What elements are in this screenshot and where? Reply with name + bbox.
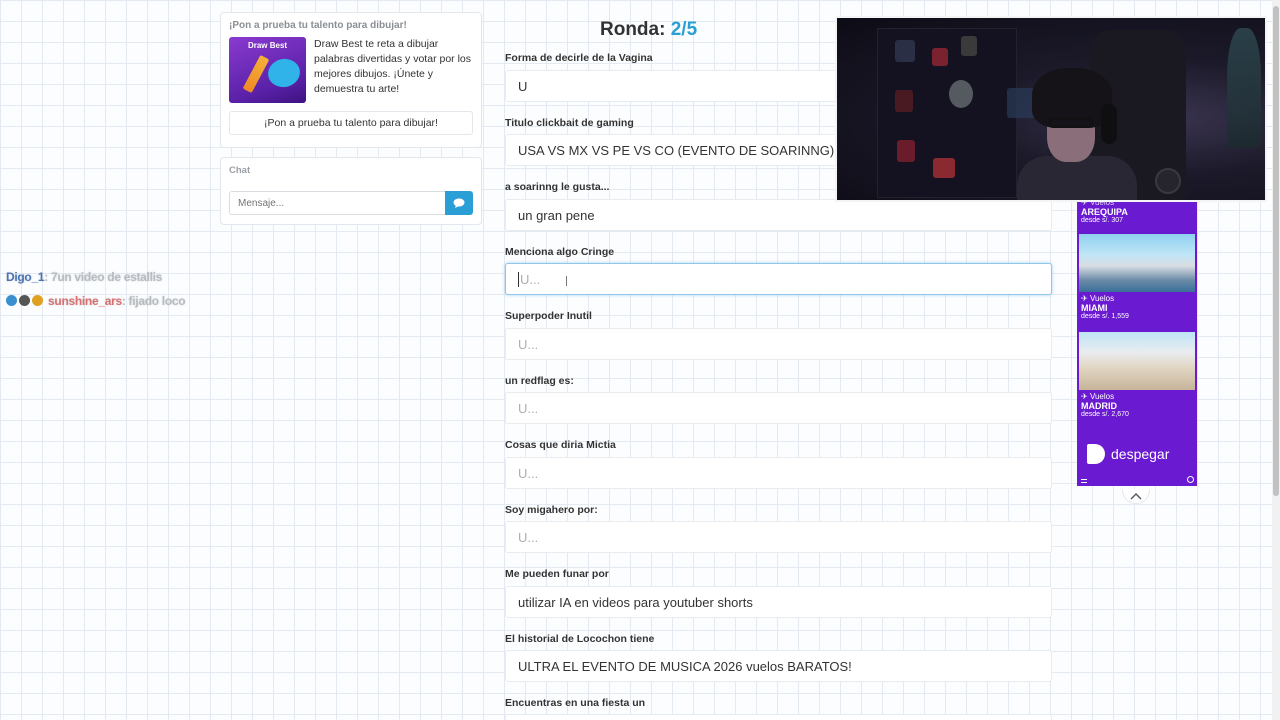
stream-chat-message: Digo_1: 7un video de estallis	[6, 270, 162, 284]
figure	[949, 80, 973, 108]
answer-input[interactable]: U...	[505, 328, 1052, 360]
ad-offer-price: desde s/. 2,670	[1081, 411, 1129, 418]
figure	[895, 40, 915, 62]
glasses	[1049, 118, 1093, 128]
field-label: Titulo clickbait de gaming	[505, 117, 634, 129]
ad-menu-icon[interactable]	[1081, 479, 1087, 483]
promo-card: ¡Pon a prueba tu talento para dibujar! D…	[220, 12, 482, 148]
stream-chat-user: sunshine_ars	[48, 294, 122, 308]
ad-offer-price: desde s/. 307	[1081, 217, 1124, 224]
answer-input[interactable]: U...	[505, 392, 1052, 424]
field-label: El historial de Locochon tiene	[505, 633, 655, 645]
stream-chat-user: Digo_1	[6, 270, 45, 284]
ad-offer-city: MIAMI	[1081, 303, 1108, 313]
streamer-webcam	[835, 16, 1267, 202]
answer-input[interactable]: ULTRA EL EVENTO DE MUSICA 2026 vuelos BA…	[505, 650, 1052, 682]
ad-info-icon[interactable]	[1187, 476, 1194, 483]
stream-chat-text: : 7un video de estallis	[44, 270, 163, 284]
emote-badge-icon	[32, 295, 43, 306]
field-label: Superpoder Inutil	[505, 310, 592, 322]
chat-bubble-icon	[453, 198, 465, 208]
despegar-ad[interactable]: ✈ Vuelos AREQUIPA desde s/. 307 ✈ Vuelos…	[1077, 198, 1197, 486]
burst-icon	[265, 55, 303, 91]
placeholder-text: U...	[520, 271, 541, 287]
figure	[933, 158, 955, 178]
answer-input[interactable]: U...	[505, 521, 1052, 553]
field-label: Menciona algo Cringe	[505, 246, 615, 258]
chat-message-input[interactable]	[229, 191, 445, 215]
chat-label: Chat	[229, 165, 251, 176]
text-caret	[518, 271, 519, 287]
madrid-photo	[1079, 332, 1195, 390]
promo-cta-button[interactable]: ¡Pon a prueba tu talento para dibujar!	[229, 111, 473, 135]
round-label: Ronda:	[600, 19, 666, 40]
answer-input-focused[interactable]: U...	[505, 263, 1052, 295]
figure	[932, 48, 948, 66]
ad-offer-tag: ✈ Vuelos	[1081, 392, 1115, 401]
answer-input[interactable]: utilizar IA en videos para youtuber shor…	[505, 586, 1052, 618]
answer-input[interactable]	[505, 714, 1052, 720]
ad-offer-tag: ✈ Vuelos	[1081, 294, 1115, 303]
field-label: a soarinng le gusta...	[505, 181, 610, 193]
figure	[961, 36, 977, 56]
ad-offer-city: AREQUIPA	[1081, 207, 1128, 217]
chevron-up-icon	[1130, 492, 1142, 499]
field-label: Forma de decirle de la Vagina	[505, 52, 653, 64]
promo-header: ¡Pon a prueba tu talento para dibujar!	[229, 20, 407, 31]
ad-offer-miami[interactable]: ✈ Vuelos MIAMI desde s/. 1,559	[1079, 234, 1195, 320]
ibeam-cursor-icon	[566, 276, 567, 286]
field-label: Encuentras en una fiesta un	[505, 697, 646, 709]
despegar-logo: despegar	[1087, 444, 1169, 464]
answer-input[interactable]: un gran pene	[505, 199, 1052, 231]
ad-brand-name: despegar	[1111, 446, 1170, 462]
microphone	[1155, 168, 1181, 194]
ad-offer-price: desde s/. 1,559	[1081, 313, 1129, 320]
skull-badge-icon	[19, 295, 30, 306]
page-scrollbar[interactable]	[1272, 0, 1280, 720]
thumbnail-title: Draw Best	[247, 41, 288, 50]
round-value: 2/5	[670, 19, 698, 40]
draw-best-thumbnail[interactable]: Draw Best	[229, 37, 306, 103]
ad-offer-madrid[interactable]: ✈ Vuelos MADRID desde s/. 2,670	[1079, 332, 1195, 418]
answer-input[interactable]: U...	[505, 457, 1052, 489]
stream-chat-message: sunshine_ars: fijado loco	[6, 294, 186, 308]
scrollbar-thumb[interactable]	[1273, 6, 1279, 496]
ad-collapse-button[interactable]	[1122, 489, 1150, 504]
chat-panel: Chat	[220, 157, 482, 225]
ad-offer-city: MADRID	[1081, 401, 1117, 411]
field-label: Cosas que diria Mictia	[505, 439, 616, 451]
headphones	[1101, 104, 1117, 144]
round-indicator: Ronda: 2/5	[600, 19, 697, 41]
miami-photo	[1079, 234, 1195, 292]
streamer-body	[1017, 156, 1137, 200]
field-label: Me pueden funar por	[505, 568, 609, 580]
promo-description: Draw Best te reta a dibujar palabras div…	[314, 38, 471, 95]
chat-send-button[interactable]	[445, 191, 473, 215]
field-label: Soy migahero por:	[505, 504, 598, 516]
figure	[897, 140, 915, 162]
field-label: un redflag es:	[505, 375, 574, 387]
pencil-icon	[242, 54, 270, 94]
moderator-badge-icon	[6, 295, 17, 306]
despegar-mark-icon	[1087, 444, 1105, 464]
plant	[1227, 28, 1261, 148]
stream-chat-text: : fijado loco	[121, 294, 186, 308]
figure	[895, 90, 913, 112]
